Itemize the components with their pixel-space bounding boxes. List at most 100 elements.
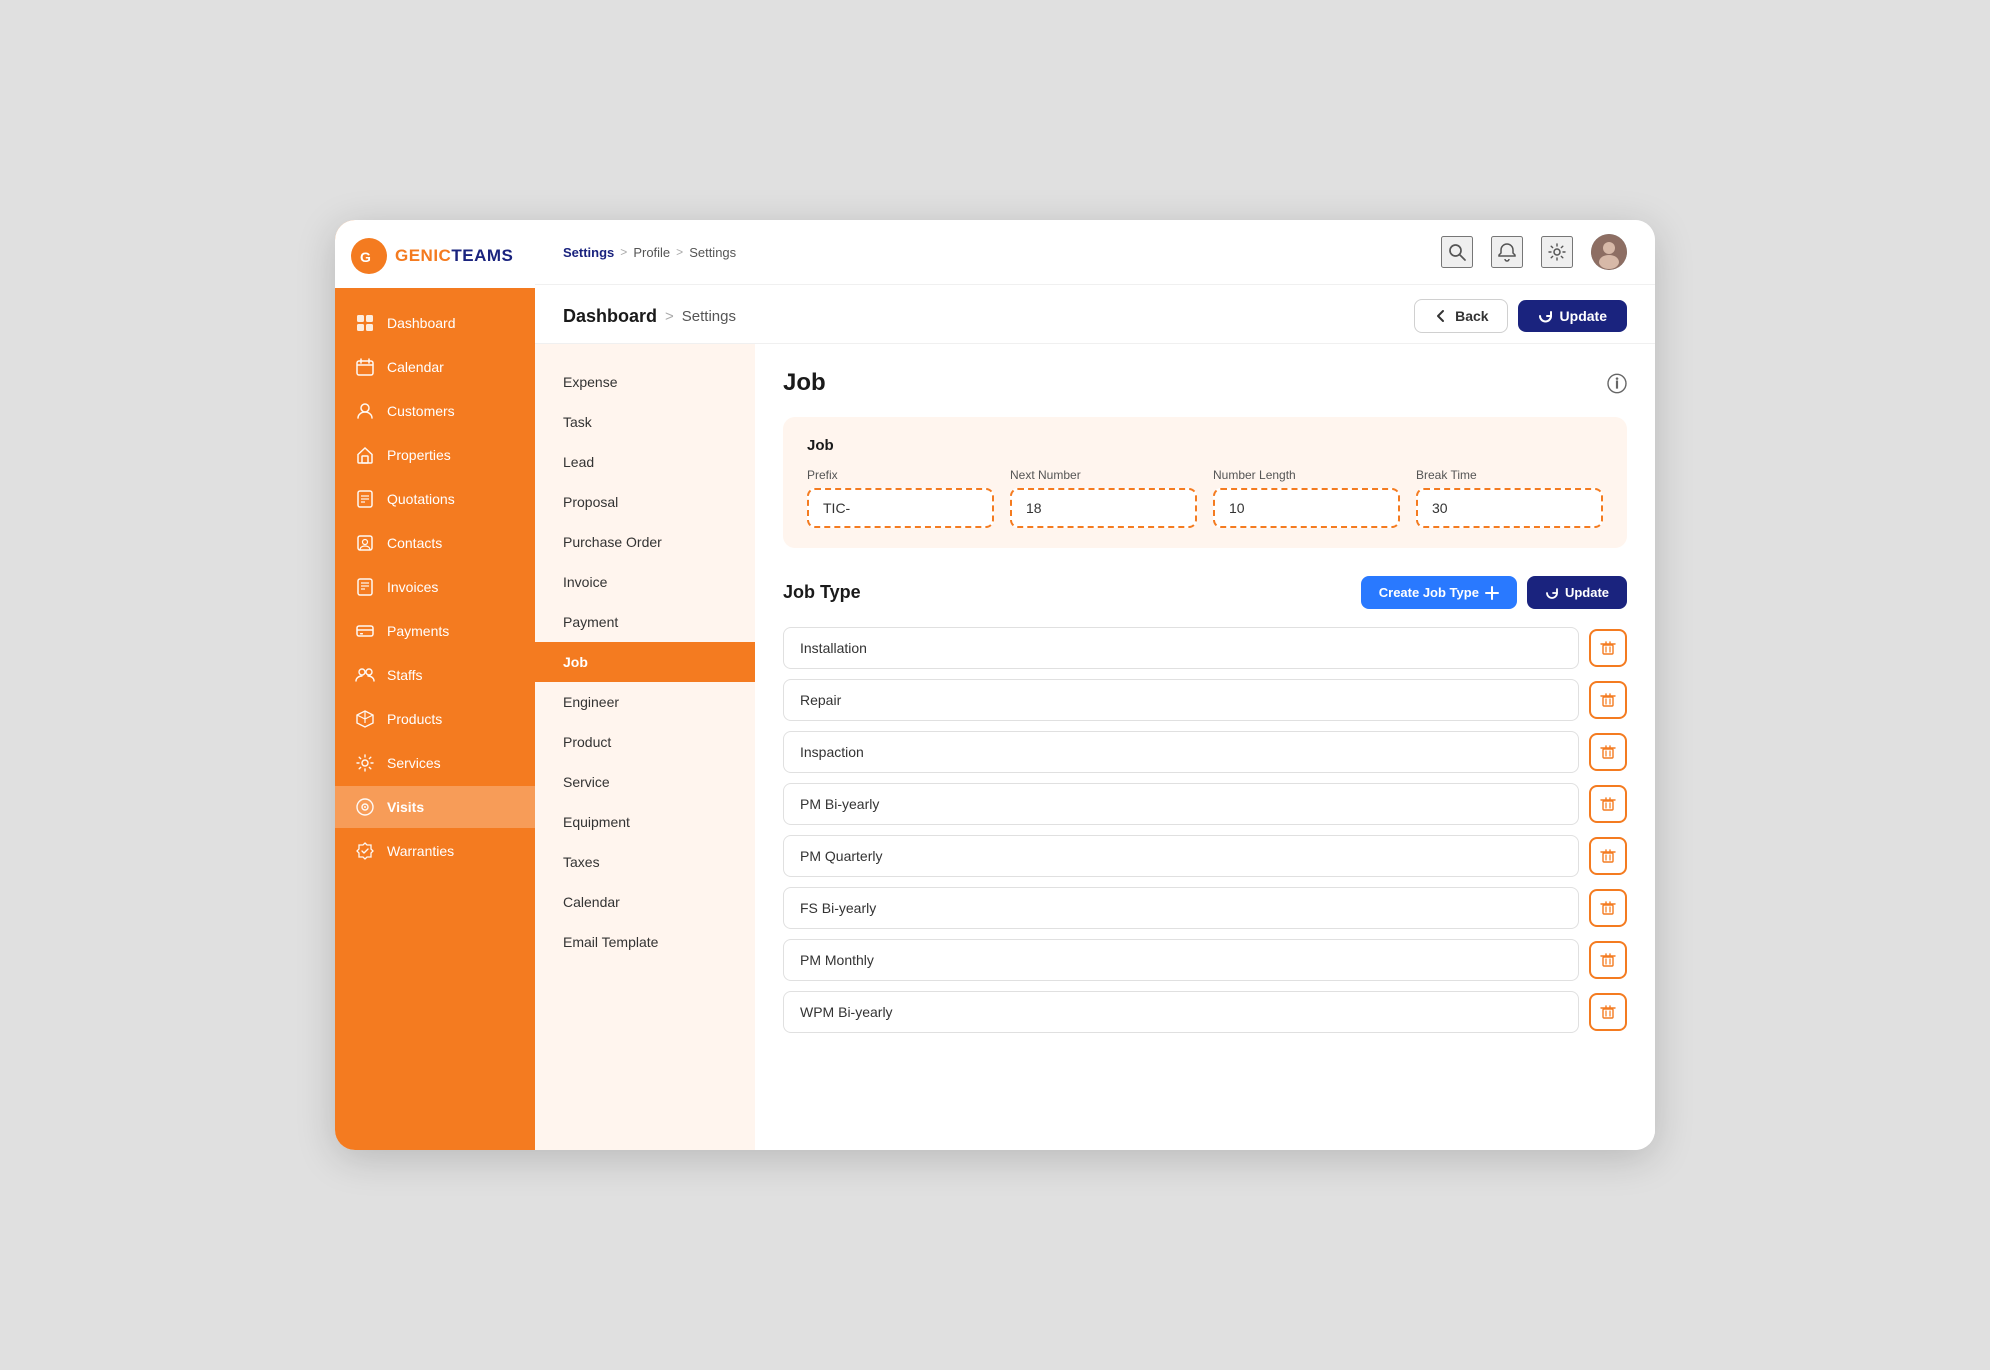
field-group-number-length: Number Length xyxy=(1213,468,1400,528)
sidebar: G GENICTEAMS Dashboard xyxy=(335,220,535,1150)
invoices-icon xyxy=(355,577,375,597)
sidebar-item-quotations[interactable]: Quotations xyxy=(335,478,535,520)
job-type-row xyxy=(783,887,1627,929)
notifications-button[interactable] xyxy=(1491,236,1523,268)
services-icon xyxy=(355,753,375,773)
sidebar-item-payments[interactable]: Payments xyxy=(335,610,535,652)
breadcrumb-settings[interactable]: Settings xyxy=(563,245,614,260)
settings-menu-lead[interactable]: Lead xyxy=(535,442,755,482)
settings-menu-payment[interactable]: Payment xyxy=(535,602,755,642)
job-fields: Prefix Next Number Number Length Br xyxy=(807,468,1603,528)
properties-icon xyxy=(355,445,375,465)
job-type-input-7[interactable] xyxy=(783,939,1579,981)
avatar-icon xyxy=(1591,234,1627,270)
delete-button-8[interactable] xyxy=(1589,993,1627,1031)
job-type-input-4[interactable] xyxy=(783,783,1579,825)
prefix-input[interactable] xyxy=(807,488,994,528)
settings-menu-invoice[interactable]: Invoice xyxy=(535,562,755,602)
products-icon xyxy=(355,709,375,729)
trash-icon xyxy=(1600,1004,1616,1020)
sidebar-item-invoices[interactable]: Invoices xyxy=(335,566,535,608)
number-length-input[interactable] xyxy=(1213,488,1400,528)
update-job-type-button[interactable]: Update xyxy=(1527,576,1627,609)
settings-menu-service[interactable]: Service xyxy=(535,762,755,802)
page-breadcrumb-sep: > xyxy=(665,308,674,325)
settings-menu-job[interactable]: Job xyxy=(535,642,755,682)
job-type-input-6[interactable] xyxy=(783,887,1579,929)
sidebar-item-properties[interactable]: Properties xyxy=(335,434,535,476)
break-time-input[interactable] xyxy=(1416,488,1603,528)
logo-text: GENICTEAMS xyxy=(395,246,513,266)
settings-button[interactable] xyxy=(1541,236,1573,268)
create-job-type-button[interactable]: Create Job Type xyxy=(1361,576,1517,609)
sidebar-item-contacts[interactable]: Contacts xyxy=(335,522,535,564)
sidebar-item-customers[interactable]: Customers xyxy=(335,390,535,432)
job-box: Job Prefix Next Number Number Length xyxy=(783,417,1627,548)
delete-button-5[interactable] xyxy=(1589,837,1627,875)
contacts-icon xyxy=(355,533,375,553)
update-main-button[interactable]: Update xyxy=(1518,300,1627,332)
sidebar-item-products[interactable]: Products xyxy=(335,698,535,740)
job-type-input-5[interactable] xyxy=(783,835,1579,877)
delete-button-6[interactable] xyxy=(1589,889,1627,927)
settings-menu-taxes[interactable]: Taxes xyxy=(535,842,755,882)
sidebar-item-calendar[interactable]: Calendar xyxy=(335,346,535,388)
bell-icon xyxy=(1497,242,1517,262)
job-type-row xyxy=(783,835,1627,877)
delete-button-4[interactable] xyxy=(1589,785,1627,823)
delete-button-7[interactable] xyxy=(1589,941,1627,979)
settings-menu-equipment[interactable]: Equipment xyxy=(535,802,755,842)
job-type-row xyxy=(783,627,1627,669)
job-box-title: Job xyxy=(807,437,1603,454)
settings-menu-email-template[interactable]: Email Template xyxy=(535,922,755,962)
job-type-input-1[interactable] xyxy=(783,627,1579,669)
main-panel: Job ⓘ Job Prefix Next Number xyxy=(755,344,1655,1150)
prefix-label: Prefix xyxy=(807,468,994,482)
next-number-input[interactable] xyxy=(1010,488,1197,528)
job-type-list xyxy=(783,627,1627,1033)
job-type-input-8[interactable] xyxy=(783,991,1579,1033)
warranties-icon xyxy=(355,841,375,861)
sidebar-item-dashboard[interactable]: Dashboard xyxy=(335,302,535,344)
page-breadcrumb-main[interactable]: Dashboard xyxy=(563,306,657,327)
update-icon xyxy=(1538,308,1554,324)
trash-icon xyxy=(1600,640,1616,656)
page-breadcrumb: Dashboard > Settings xyxy=(563,306,1414,327)
job-type-header: Job Type Create Job Type xyxy=(783,576,1627,609)
job-type-input-2[interactable] xyxy=(783,679,1579,721)
settings-menu-task[interactable]: Task xyxy=(535,402,755,442)
page-header-actions: Back Update xyxy=(1414,299,1627,333)
field-group-break-time: Break Time xyxy=(1416,468,1603,528)
quotations-icon xyxy=(355,489,375,509)
sidebar-nav: Dashboard Calendar Customers xyxy=(335,288,535,886)
settings-menu-proposal[interactable]: Proposal xyxy=(535,482,755,522)
customers-icon xyxy=(355,401,375,421)
top-nav-icons xyxy=(1441,234,1627,270)
sidebar-item-warranties[interactable]: Warranties xyxy=(335,830,535,872)
breadcrumb-sep2: > xyxy=(676,245,683,259)
field-group-prefix: Prefix xyxy=(807,468,994,528)
settings-menu-engineer[interactable]: Engineer xyxy=(535,682,755,722)
settings-menu-product[interactable]: Product xyxy=(535,722,755,762)
app-container: G GENICTEAMS Dashboard xyxy=(335,220,1655,1150)
staffs-icon xyxy=(355,665,375,685)
job-type-row xyxy=(783,939,1627,981)
user-avatar[interactable] xyxy=(1591,234,1627,270)
dashboard-icon xyxy=(355,313,375,333)
svg-text:G: G xyxy=(360,249,371,265)
search-button[interactable] xyxy=(1441,236,1473,268)
settings-menu-calendar[interactable]: Calendar xyxy=(535,882,755,922)
sidebar-item-services[interactable]: Services xyxy=(335,742,535,784)
settings-menu-purchase-order[interactable]: Purchase Order xyxy=(535,522,755,562)
delete-button-1[interactable] xyxy=(1589,629,1627,667)
delete-button-3[interactable] xyxy=(1589,733,1627,771)
job-type-actions: Create Job Type Update xyxy=(1361,576,1627,609)
delete-button-2[interactable] xyxy=(1589,681,1627,719)
sidebar-item-staffs[interactable]: Staffs xyxy=(335,654,535,696)
sidebar-item-visits[interactable]: Visits xyxy=(335,786,535,828)
update-small-icon xyxy=(1545,586,1559,600)
settings-menu-expense[interactable]: Expense xyxy=(535,362,755,402)
back-button[interactable]: Back xyxy=(1414,299,1507,333)
info-icon[interactable]: ⓘ xyxy=(1607,368,1627,397)
job-type-input-3[interactable] xyxy=(783,731,1579,773)
